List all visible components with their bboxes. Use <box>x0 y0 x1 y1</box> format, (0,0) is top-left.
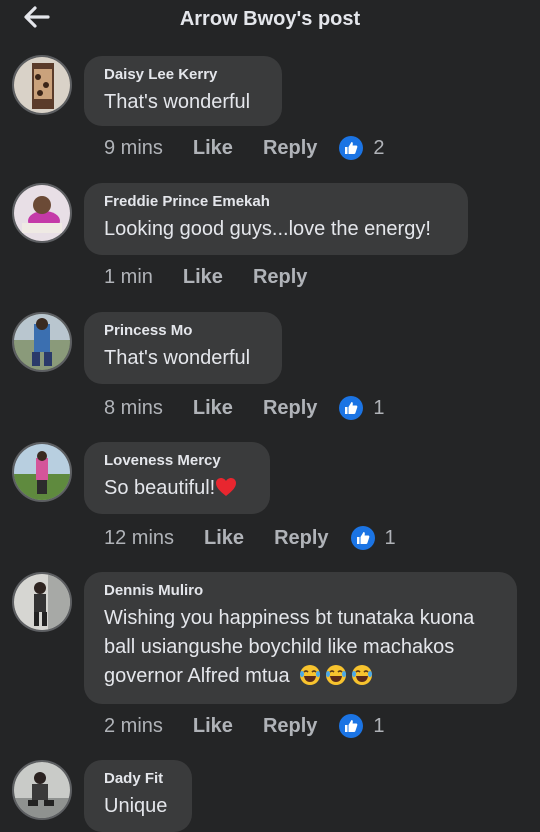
avatar[interactable] <box>12 760 72 820</box>
avatar[interactable] <box>12 183 72 243</box>
comment-time: 2 mins <box>104 714 163 737</box>
reply-button[interactable]: Reply <box>263 137 317 160</box>
top-bar: Arrow Bwoy's post <box>0 0 540 40</box>
comment-text: That's wonderful <box>104 347 251 369</box>
comment-bubble: Loveness Mercy So beautiful! <box>84 442 270 514</box>
thumbs-up-icon <box>339 714 364 738</box>
reaction-summary[interactable]: 1 <box>339 714 385 738</box>
comment-text: So beautiful! <box>104 474 250 503</box>
like-button[interactable]: Like <box>193 715 233 738</box>
comment-time: 9 mins <box>104 136 163 159</box>
avatar[interactable] <box>12 55 72 115</box>
laughing-tears-emoji-icon <box>352 665 373 685</box>
reaction-summary[interactable]: 1 <box>350 526 396 550</box>
reaction-count: 1 <box>373 714 385 737</box>
avatar[interactable] <box>12 312 72 372</box>
laughing-tears-emoji-icon <box>326 665 347 685</box>
comment-time: 8 mins <box>104 396 163 419</box>
avatar[interactable] <box>12 572 72 632</box>
comment-text: Unique <box>104 795 168 817</box>
comment-text-line: Wishing you happiness bt tunataka kuona <box>104 607 475 629</box>
reaction-count: 1 <box>373 396 385 419</box>
comment-text-line: ball usiangushe boychild like machakos <box>104 636 455 658</box>
red-heart-emoji-icon <box>216 478 237 496</box>
comment-time: 12 mins <box>104 526 175 549</box>
like-button[interactable]: Like <box>183 266 223 289</box>
reaction-summary[interactable]: 1 <box>339 396 385 420</box>
comment-text-line-last: governor Alfred mtua <box>104 662 497 691</box>
comment-bubble: Dady Fit Unique <box>84 760 192 832</box>
comment-bubble: Princess Mo That's wonderful <box>84 312 282 384</box>
comment-meta: 9 mins Like Reply 2 <box>104 136 385 160</box>
reply-button[interactable]: Reply <box>253 266 307 289</box>
commenter-name[interactable]: Dennis Muliro <box>104 582 497 600</box>
reaction-count: 2 <box>373 136 385 159</box>
comment-bubble: Daisy Lee Kerry That's wonderful <box>84 56 282 126</box>
comment-text-content: So beautiful! <box>104 477 216 499</box>
thumbs-up-icon <box>339 396 364 420</box>
comment-meta: 1 min Like Reply <box>104 266 337 289</box>
comment-bubble: Freddie Prince Emekah Looking good guys.… <box>84 183 468 255</box>
reaction-summary[interactable]: 2 <box>339 136 385 160</box>
comment-time: 1 min <box>104 266 153 288</box>
commenter-name[interactable]: Princess Mo <box>104 322 262 340</box>
commenter-name[interactable]: Daisy Lee Kerry <box>104 66 262 84</box>
reaction-count: 1 <box>384 526 396 549</box>
avatar[interactable] <box>12 442 72 502</box>
comment-bubble: Dennis Muliro Wishing you happiness bt t… <box>84 572 517 704</box>
comment-text: That's wonderful <box>104 91 251 113</box>
like-button[interactable]: Like <box>193 397 233 420</box>
like-button[interactable]: Like <box>204 527 244 550</box>
reply-button[interactable]: Reply <box>263 715 317 738</box>
commenter-name[interactable]: Freddie Prince Emekah <box>104 193 448 211</box>
commenter-name[interactable]: Dady Fit <box>104 770 172 788</box>
thumbs-up-icon <box>350 526 375 550</box>
like-button[interactable]: Like <box>193 137 233 160</box>
comment-meta: 8 mins Like Reply 1 <box>104 396 385 420</box>
reply-button[interactable]: Reply <box>274 527 328 550</box>
reply-button[interactable]: Reply <box>263 397 317 420</box>
laughing-tears-emoji-icon <box>300 665 321 685</box>
page-title: Arrow Bwoy's post <box>179 8 361 30</box>
thumbs-up-icon <box>339 136 364 160</box>
commenter-name[interactable]: Loveness Mercy <box>104 452 250 470</box>
comment-meta: 12 mins Like Reply 1 <box>104 526 396 550</box>
comment-meta: 2 mins Like Reply 1 <box>104 714 385 738</box>
comment-text: Looking good guys...love the energy! <box>104 218 431 240</box>
comment-text-content: governor Alfred mtua <box>104 665 290 687</box>
